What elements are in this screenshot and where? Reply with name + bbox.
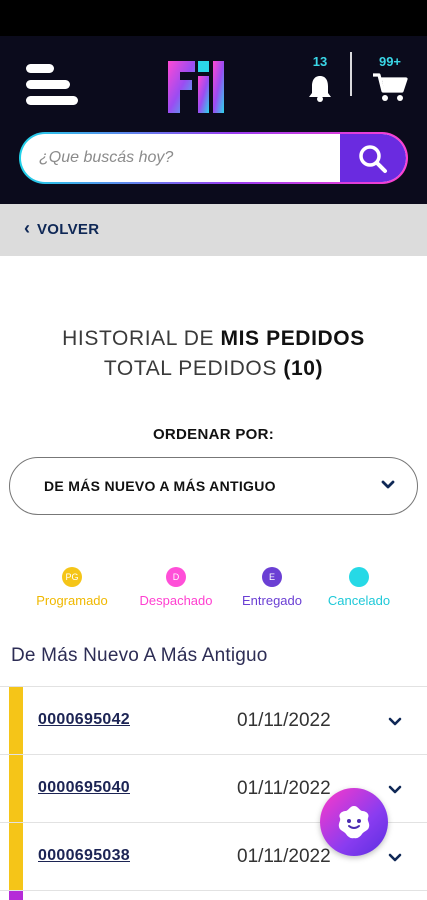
order-row[interactable]: 0000695042 01/11/2022 [0, 686, 427, 755]
status-dot-icon [349, 567, 369, 587]
header-divider [350, 52, 352, 96]
status-stripe [9, 823, 23, 891]
search-input[interactable] [21, 134, 341, 182]
status-dot-icon: PG [62, 567, 82, 587]
chevron-down-icon[interactable] [388, 853, 402, 863]
fil-logo[interactable] [165, 58, 229, 116]
order-row-partial [0, 890, 427, 900]
legend-cancelado: Cancelado [320, 567, 398, 608]
cart-count: 99+ [378, 54, 402, 69]
sort-label: ORDENAR POR: [152, 426, 275, 443]
status-stripe [9, 755, 23, 823]
page-title: HISTORIAL DE MIS PEDIDOS [0, 324, 427, 354]
notifications-count: 13 [312, 54, 328, 69]
legend-despachado: D Despachado [130, 567, 222, 608]
total-orders-count: (10) [283, 357, 324, 380]
search-bar [19, 132, 408, 184]
back-button[interactable]: ‹ VOLVER [24, 218, 100, 238]
app-header: 13 99+ [0, 36, 427, 204]
list-heading: De Más Nuevo A Más Antiguo [11, 645, 268, 666]
status-dot-icon: D [166, 567, 186, 587]
legend-label: Cancelado [327, 593, 391, 608]
status-legend: PG Programado D Despachado E Entregado C… [26, 567, 406, 617]
hamburger-menu-icon[interactable] [26, 64, 82, 108]
search-button[interactable] [340, 134, 406, 182]
legend-label: Programado [36, 593, 108, 608]
cart-button[interactable]: 99+ [368, 54, 412, 104]
legend-label: Entregado [242, 593, 302, 608]
total-orders-label: TOTAL PEDIDOS [103, 357, 284, 380]
order-number-link[interactable]: 0000695042 [38, 711, 130, 729]
chat-assistant-icon [338, 806, 370, 839]
legend-label: Despachado [139, 593, 213, 608]
order-number-link[interactable]: 0000695040 [38, 779, 130, 797]
order-date: 01/11/2022 [237, 778, 331, 799]
order-date: 01/11/2022 [237, 710, 331, 731]
order-number-link[interactable]: 0000695038 [38, 847, 130, 865]
chevron-down-icon [381, 480, 395, 489]
back-label: VOLVER [37, 220, 100, 238]
page-title-bold: MIS PEDIDOS [220, 327, 365, 350]
status-stripe [9, 687, 23, 755]
total-orders: TOTAL PEDIDOS (10) [0, 354, 427, 384]
chat-assistant-button[interactable] [320, 788, 388, 856]
sort-selected-value: DE MÁS NUEVO A MÁS ANTIGUO [44, 478, 276, 494]
bell-icon [309, 76, 331, 102]
back-bar: ‹ VOLVER [0, 204, 427, 256]
sort-select[interactable]: DE MÁS NUEVO A MÁS ANTIGUO [9, 457, 418, 515]
status-stripe [9, 891, 23, 900]
chevron-down-icon[interactable] [388, 717, 402, 727]
page-title-prefix: HISTORIAL DE [62, 327, 221, 350]
legend-programado: PG Programado [26, 567, 118, 608]
status-dot-icon: E [262, 567, 282, 587]
cart-icon [373, 73, 408, 101]
legend-entregado: E Entregado [230, 567, 314, 608]
order-date: 01/11/2022 [237, 846, 331, 867]
search-icon [359, 145, 387, 173]
notifications-button[interactable]: 13 [302, 54, 338, 104]
chevron-left-icon: ‹ [24, 218, 30, 238]
status-bar [0, 0, 427, 36]
chevron-down-icon[interactable] [388, 785, 402, 795]
